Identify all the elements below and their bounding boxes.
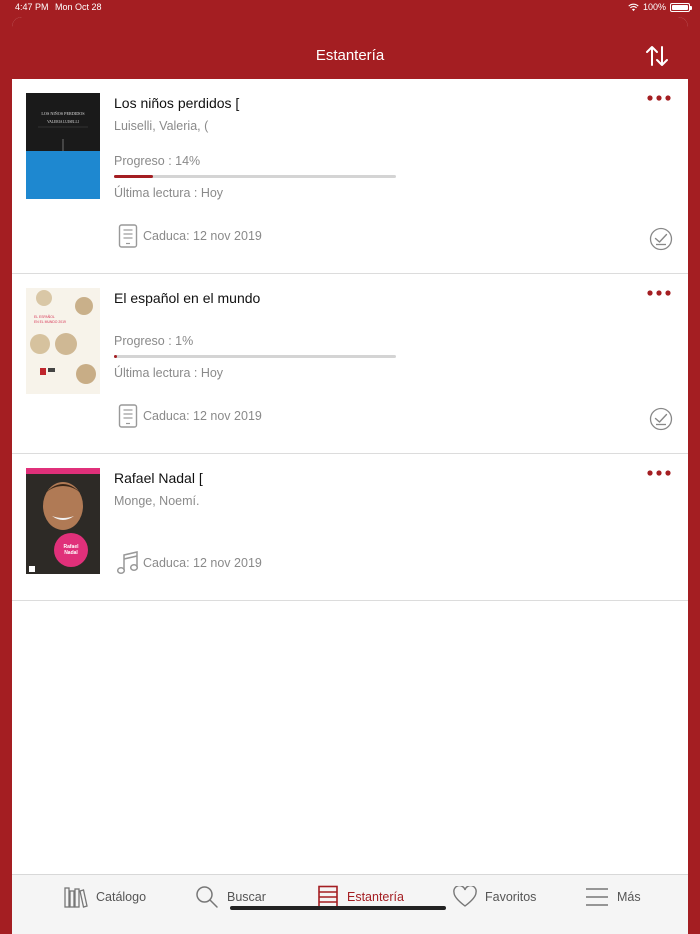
sort-button[interactable] <box>644 43 670 69</box>
last-read-label: Última lectura : Hoy <box>114 366 224 380</box>
navbar: Estantería <box>12 17 688 79</box>
svg-text:VALERIA LUISELLI: VALERIA LUISELLI <box>47 120 80 124</box>
status-indicators: 100% <box>628 2 692 12</box>
cover-image: LOS NIÑOS PERDIDOS VALERIA LUISELLI <box>26 93 100 199</box>
list-item[interactable]: LOS NIÑOS PERDIDOS VALERIA LUISELLI Los … <box>12 79 688 274</box>
tab-label: Más <box>617 890 641 904</box>
list-item[interactable]: Rafael Nadal Rafael Nadal [ Monge, Noemí… <box>12 454 688 601</box>
battery-percent: 100% <box>642 2 666 12</box>
svg-text:LOS NIÑOS PERDIDOS: LOS NIÑOS PERDIDOS <box>41 111 85 116</box>
sort-arrows-icon <box>646 46 668 66</box>
app-window: Estantería LOS NIÑOS PERDIDOS VALERIA LU… <box>12 17 688 934</box>
book-author: Luiselli, Valeria, ( <box>114 119 209 133</box>
svg-text:Nadal: Nadal <box>64 550 78 556</box>
downloaded-check-icon <box>649 227 673 251</box>
home-indicator <box>230 906 446 910</box>
tab-bar: Catálogo Buscar Estantería Favoritos Más <box>12 874 688 934</box>
progress-fill <box>114 355 118 358</box>
ebook-icon <box>118 404 138 428</box>
music-note-icon <box>116 551 139 575</box>
more-dots-icon <box>647 95 671 101</box>
more-dots-icon <box>647 290 671 296</box>
more-dots-icon <box>647 470 671 476</box>
wifi-icon <box>628 3 639 11</box>
more-options-button[interactable] <box>646 466 672 480</box>
last-read-label: Última lectura : Hoy <box>114 186 224 200</box>
list-item[interactable]: EL ESPAÑOL EN EL MUNDO 2019 El español e… <box>12 274 688 454</box>
menu-icon <box>586 888 608 906</box>
ebook-icon <box>118 224 138 248</box>
tab-favoritos[interactable]: Favoritos <box>453 885 536 909</box>
search-icon <box>196 886 218 908</box>
progress-label: Progreso : 14% <box>114 154 201 168</box>
tab-label: Catálogo <box>96 890 147 904</box>
progress-fill <box>114 175 154 178</box>
book-author: Monge, Noemí. <box>114 494 200 508</box>
book-list: LOS NIÑOS PERDIDOS VALERIA LUISELLI Los … <box>12 79 688 601</box>
tab-label: Favoritos <box>485 890 537 904</box>
more-options-button[interactable] <box>646 286 672 300</box>
cover-image: Rafael Nadal <box>26 468 100 574</box>
book-title[interactable]: El español en el mundo <box>114 290 260 306</box>
status-time: 4:47 PM <box>15 2 49 12</box>
tab-catalogo[interactable]: Catálogo <box>64 885 146 909</box>
svg-text:EN EL MUNDO 2019: EN EL MUNDO 2019 <box>34 320 66 324</box>
book-cover[interactable]: EL ESPAÑOL EN EL MUNDO 2019 <box>26 288 100 394</box>
heart-icon <box>453 886 477 907</box>
svg-text:EL ESPAÑOL: EL ESPAÑOL <box>34 314 55 319</box>
books-icon <box>64 887 88 908</box>
book-cover[interactable]: LOS NIÑOS PERDIDOS VALERIA LUISELLI <box>26 93 100 199</box>
downloaded-check-icon <box>649 407 673 431</box>
progress-bar <box>114 175 396 178</box>
progress-label: Progreso : 1% <box>114 334 194 348</box>
tab-mas[interactable]: Más <box>585 885 641 909</box>
expiry-date: Caduca: 12 nov 2019 <box>143 556 262 570</box>
status-date: Mon Oct 28 <box>55 2 102 12</box>
more-options-button[interactable] <box>646 91 672 105</box>
expiry-date: Caduca: 12 nov 2019 <box>143 409 262 423</box>
page-title: Estantería <box>315 47 385 64</box>
tab-label: Estantería <box>347 890 404 904</box>
status-bar: 4:47 PM Mon Oct 28 100% <box>0 0 700 14</box>
battery-icon <box>670 2 692 12</box>
cover-image: EL ESPAÑOL EN EL MUNDO 2019 <box>26 288 100 394</box>
book-cover[interactable]: Rafael Nadal <box>26 468 100 574</box>
book-title[interactable]: Rafael Nadal [ <box>114 470 203 486</box>
progress-bar <box>114 355 396 358</box>
book-title[interactable]: Los niños perdidos [ <box>114 95 239 111</box>
expiry-date: Caduca: 12 nov 2019 <box>143 229 262 243</box>
tab-label: Buscar <box>227 890 266 904</box>
